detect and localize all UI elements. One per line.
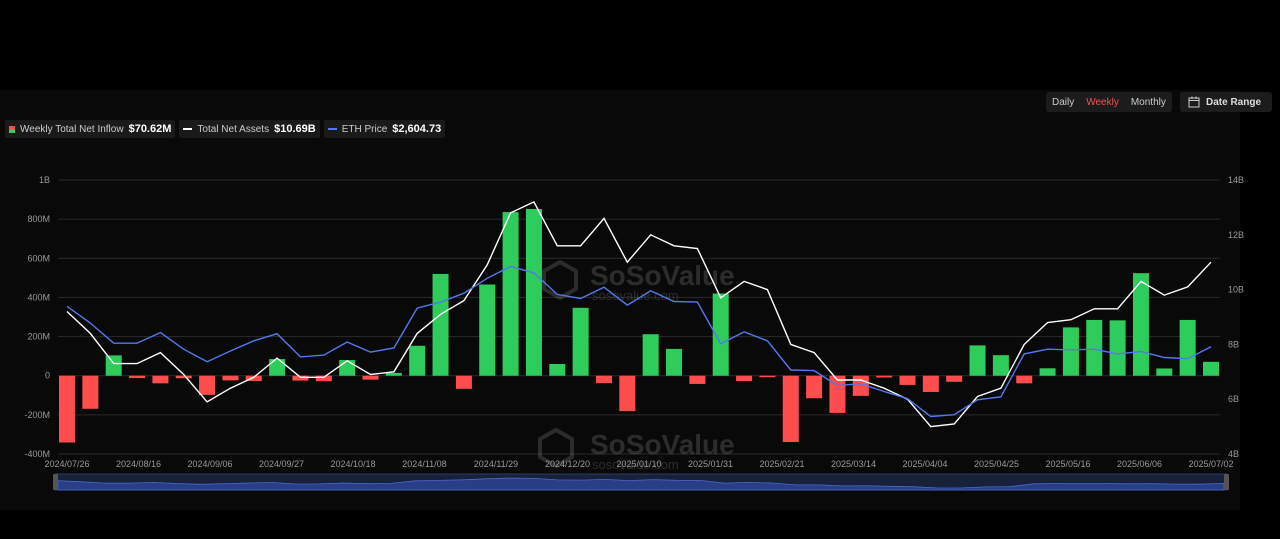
inflow-bar [899, 375, 916, 385]
inflow-bar [525, 208, 542, 376]
inflow-bar [1109, 320, 1126, 376]
inflow-bar [1086, 319, 1103, 376]
logo-icon [542, 259, 578, 301]
x-tick-label: 2025/06/06 [1117, 459, 1162, 469]
right-tick-label: 6B [1228, 394, 1239, 404]
x-tick-label: 2024/08/16 [116, 459, 161, 469]
inflow-bar [572, 307, 589, 376]
inflow-bar [922, 375, 939, 392]
inflow-bar [1156, 368, 1173, 376]
x-tick-label: 2025/05/16 [1045, 459, 1090, 469]
inflow-bar [992, 355, 1009, 376]
inflow-bar [152, 375, 169, 384]
x-tick-label: 2024/09/27 [259, 459, 304, 469]
inflow-bar [175, 375, 192, 379]
x-tick-label: 2024/11/29 [474, 459, 518, 469]
inflow-bar [479, 284, 496, 376]
left-tick-label: 400M [27, 292, 50, 302]
left-tick-label: 800M [27, 214, 50, 224]
left-tick-label: 600M [27, 253, 50, 263]
inflow-bar [82, 375, 99, 409]
x-tick-label: 2025/01/31 [688, 459, 733, 469]
inflow-bar [642, 334, 659, 376]
watermark-brand: SoSoValue [590, 429, 735, 460]
x-tick-label: 2025/03/14 [831, 459, 876, 469]
range-navigator [53, 473, 1229, 491]
right-tick-label: 4B [1228, 449, 1239, 459]
left-tick-label: -200M [24, 410, 50, 420]
left-tick-label: 0 [45, 371, 50, 381]
inflow-bar [1179, 319, 1196, 376]
inflow-bar [432, 273, 449, 376]
inflow-bar [269, 359, 286, 376]
grid-lines [58, 179, 1220, 455]
x-tick-label: 2024/07/26 [44, 459, 89, 469]
x-tick-label: 2025/04/04 [902, 459, 947, 469]
inflow-bar [339, 360, 356, 376]
navigator-handle-left[interactable] [53, 474, 58, 490]
left-tick-label: 1B [39, 175, 50, 185]
x-tick-label: 2025/01/10 [616, 459, 661, 469]
inflow-bar [222, 375, 239, 381]
inflow-bar [782, 375, 799, 443]
net-assets-line [66, 200, 1212, 428]
inflow-bar [129, 375, 146, 379]
inflow-bar [619, 375, 636, 412]
inflow-bar [969, 345, 986, 376]
x-tick-label: 2024/09/06 [187, 459, 232, 469]
left-tick-label: -400M [24, 449, 50, 459]
inflow-bar [806, 375, 823, 399]
inflow-bar [409, 345, 426, 376]
x-tick-label: 2025/02/21 [759, 459, 804, 469]
x-tick-label: 2024/11/08 [402, 459, 446, 469]
x-tick-label: 2025/04/25 [974, 459, 1019, 469]
inflow-bar [876, 375, 893, 378]
chart-svg: SoSoValue sosovalue.com SoSoValue sosova… [24, 175, 1244, 491]
right-tick-label: 14B [1228, 175, 1244, 185]
inflow-bar [385, 372, 402, 376]
x-tick-label: 2024/12/20 [545, 459, 590, 469]
navigator-handle-right[interactable] [1224, 474, 1229, 490]
inflow-bar [455, 375, 472, 389]
inflow-bar [362, 375, 379, 380]
inflow-bar [666, 348, 683, 376]
right-tick-label: 12B [1228, 230, 1244, 240]
inflow-bar [59, 375, 75, 443]
inflow-bar [549, 363, 566, 376]
inflow-bar [1039, 368, 1056, 376]
left-tick-label: 200M [27, 332, 50, 342]
x-tick-label: 2025/07/02 [1188, 459, 1233, 469]
inflow-bar [1203, 361, 1219, 376]
inflow-bar [199, 375, 216, 395]
inflow-bar [946, 375, 963, 382]
inflow-bar [736, 375, 753, 381]
inflow-bar [502, 212, 519, 376]
line-series [66, 200, 1212, 428]
right-tick-label: 10B [1228, 285, 1244, 295]
inflow-bar [689, 375, 706, 384]
inflow-bar [759, 375, 776, 378]
inflow-bar [105, 355, 122, 376]
watermarks: SoSoValue sosovalue.com SoSoValue sosova… [538, 259, 735, 472]
inflow-bar [1062, 327, 1079, 376]
watermark-brand: SoSoValue [590, 260, 735, 291]
inflow-bar [1016, 375, 1033, 384]
right-tick-label: 8B [1228, 339, 1239, 349]
x-tick-label: 2024/10/18 [330, 459, 375, 469]
inflow-bar [595, 375, 612, 384]
